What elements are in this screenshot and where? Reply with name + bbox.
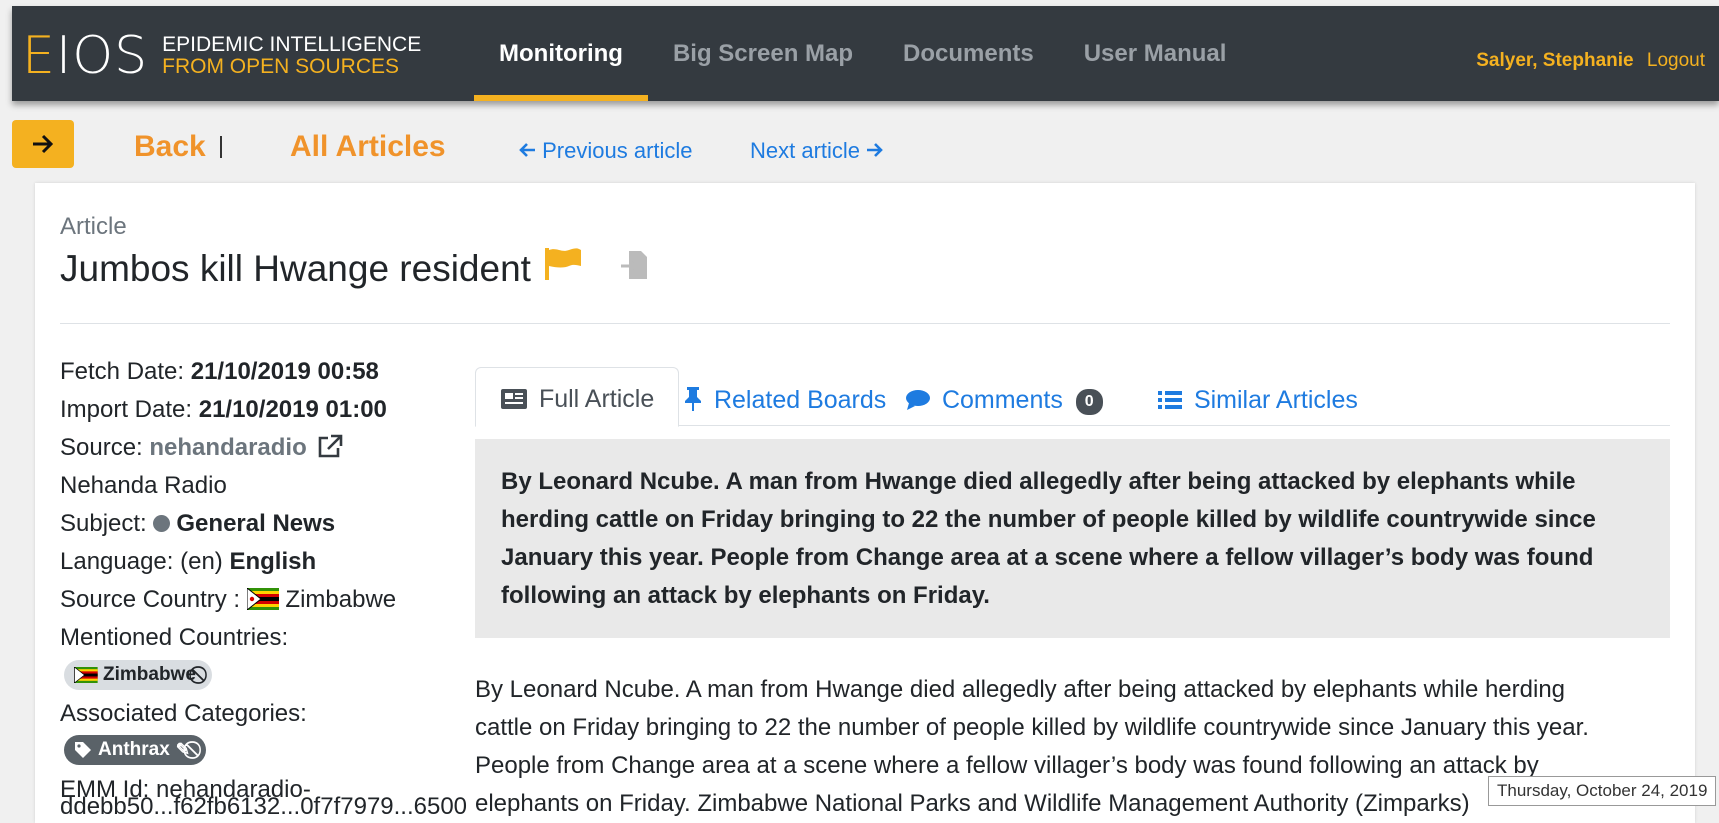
category-pill-label: Anthrax <box>98 739 170 760</box>
arrow-right-icon <box>33 134 54 154</box>
pin-icon <box>685 387 701 411</box>
fetch-date-value: 21/10/2019 00:58 <box>190 358 379 385</box>
mentioned-countries-row: Zimbabwe ⃠ <box>60 657 500 695</box>
list-icon <box>1158 391 1182 409</box>
associated-categories-label: Associated Categories: <box>60 700 307 727</box>
import-date-label: Import Date: <box>60 396 199 423</box>
tab-comments-label: Comments <box>941 386 1063 414</box>
logo-line2: FROM OPEN SOURCES <box>162 55 399 78</box>
emm-id-value-cut: ddebb50...f62fb6132...0f7f7979...6500 <box>60 793 468 820</box>
article-body-line: By Leonard Ncube. A man from Hwange died… <box>475 676 1566 703</box>
subject-value: General News <box>176 510 336 537</box>
previous-article-link[interactable]: Previous article <box>518 138 693 164</box>
tab-related-boards[interactable]: Related Boards <box>683 375 886 425</box>
source-label: Source: <box>60 434 150 461</box>
flag-icon[interactable] <box>543 246 583 291</box>
newspaper-icon <box>501 389 527 409</box>
subject-dot-icon <box>153 515 171 532</box>
source-country-label: Source Country : <box>60 586 247 613</box>
language-row: Language: (en) English <box>60 543 500 581</box>
eios-logo[interactable]: EIOS EPIDEMIC INTELLIGENCE FROM OPEN SOU… <box>22 28 421 84</box>
subject-row: Subject: General News <box>60 505 500 543</box>
source-country-row: Source Country : Zimbabwe <box>60 581 500 619</box>
language-value: English <box>229 548 317 575</box>
source-row: Source: nehandaradio <box>60 429 500 467</box>
zimbabwe-flag-icon <box>246 588 279 610</box>
source-name: Nehanda Radio <box>60 472 227 499</box>
subject-label: Subject: <box>60 510 154 537</box>
language-label: Language: (en) <box>60 548 230 575</box>
category-pill-anthrax[interactable]: Anthrax ✎ ⃠ <box>64 735 207 765</box>
import-date-row: Import Date: 21/10/2019 01:00 <box>60 391 500 429</box>
logout-link[interactable]: Logout <box>1647 50 1705 71</box>
top-navbar: EIOS EPIDEMIC INTELLIGENCE FROM OPEN SOU… <box>12 6 1719 101</box>
tag-icon <box>75 742 91 758</box>
logo-text: EPIDEMIC INTELLIGENCE FROM OPEN SOURCES <box>162 34 421 78</box>
nav-documents[interactable]: Documents <box>878 6 1059 101</box>
tab-related-boards-label: Related Boards <box>713 386 887 414</box>
previous-article-label: Previous article <box>542 138 693 163</box>
tab-full-article[interactable]: Full Article <box>475 367 680 427</box>
user-area: Salyer, Stephanie Logout <box>1476 6 1705 116</box>
user-name[interactable]: Salyer, Stephanie <box>1476 50 1633 71</box>
external-link-icon[interactable] <box>317 434 343 458</box>
nav-big-screen-map[interactable]: Big Screen Map <box>648 6 878 101</box>
tab-comments[interactable]: Comments 0 <box>905 375 1103 425</box>
article-title-row: Jumbos kill Hwange resident <box>60 246 649 291</box>
article-metadata: Fetch Date: 21/10/2019 00:58 Import Date… <box>60 353 500 809</box>
tab-similar-articles[interactable]: Similar Articles <box>1157 375 1358 425</box>
fetch-date-row: Fetch Date: 21/10/2019 00:58 <box>60 353 500 391</box>
nav-user-manual[interactable]: User Manual <box>1059 6 1252 101</box>
fetch-date-label: Fetch Date: <box>60 358 191 385</box>
logo-mark: EIOS <box>22 26 149 86</box>
back-link[interactable]: Back <box>134 130 206 164</box>
import-date-value: 21/10/2019 01:00 <box>198 396 387 423</box>
pencil-icon[interactable]: ✎ <box>176 735 190 765</box>
zimbabwe-flag-icon <box>74 667 98 683</box>
article-card: Article Jumbos kill Hwange resident Fetc… <box>35 183 1695 823</box>
nav-monitoring[interactable]: Monitoring <box>474 6 648 101</box>
comments-count-badge: 0 <box>1075 389 1103 415</box>
subnav-separator <box>220 136 222 158</box>
export-icon[interactable] <box>619 248 649 290</box>
title-divider <box>60 323 1670 324</box>
logo-line1: EPIDEMIC INTELLIGENCE <box>162 33 422 56</box>
next-article-label: Next article <box>750 138 861 163</box>
mentioned-countries-label: Mentioned Countries: <box>60 624 289 651</box>
arrow-left-icon <box>519 143 535 157</box>
country-pill-label: Zimbabwe <box>103 664 196 685</box>
article-title: Jumbos kill Hwange resident <box>60 247 531 289</box>
sidebar-toggle-button[interactable] <box>12 120 74 168</box>
tab-similar-articles-label: Similar Articles <box>1193 386 1358 414</box>
next-article-link[interactable]: Next article <box>750 138 884 164</box>
article-tabs: Full Article Related Boards Comments 0 S… <box>475 367 1670 427</box>
source-country-value: Zimbabwe <box>285 586 397 613</box>
article-kicker: Article <box>60 213 127 240</box>
tab-full-article-label: Full Article <box>538 385 655 413</box>
country-pill-zimbabwe[interactable]: Zimbabwe ⃠ <box>64 660 212 690</box>
associated-categories-row: Anthrax ✎ ⃠ <box>60 733 500 771</box>
main-nav: Monitoring Big Screen Map Documents User… <box>474 6 1251 101</box>
article-body-line: cattle on Friday bringing to 22 the numb… <box>475 714 1589 741</box>
comment-icon <box>906 390 930 410</box>
source-link[interactable]: nehandaradio <box>149 434 306 461</box>
article-summary: By Leonard Ncube. A man from Hwange died… <box>475 439 1670 638</box>
arrow-right-icon <box>867 143 884 157</box>
all-articles-link[interactable]: All Articles <box>290 130 446 164</box>
date-tooltip: Thursday, October 24, 2019 <box>1488 776 1717 806</box>
